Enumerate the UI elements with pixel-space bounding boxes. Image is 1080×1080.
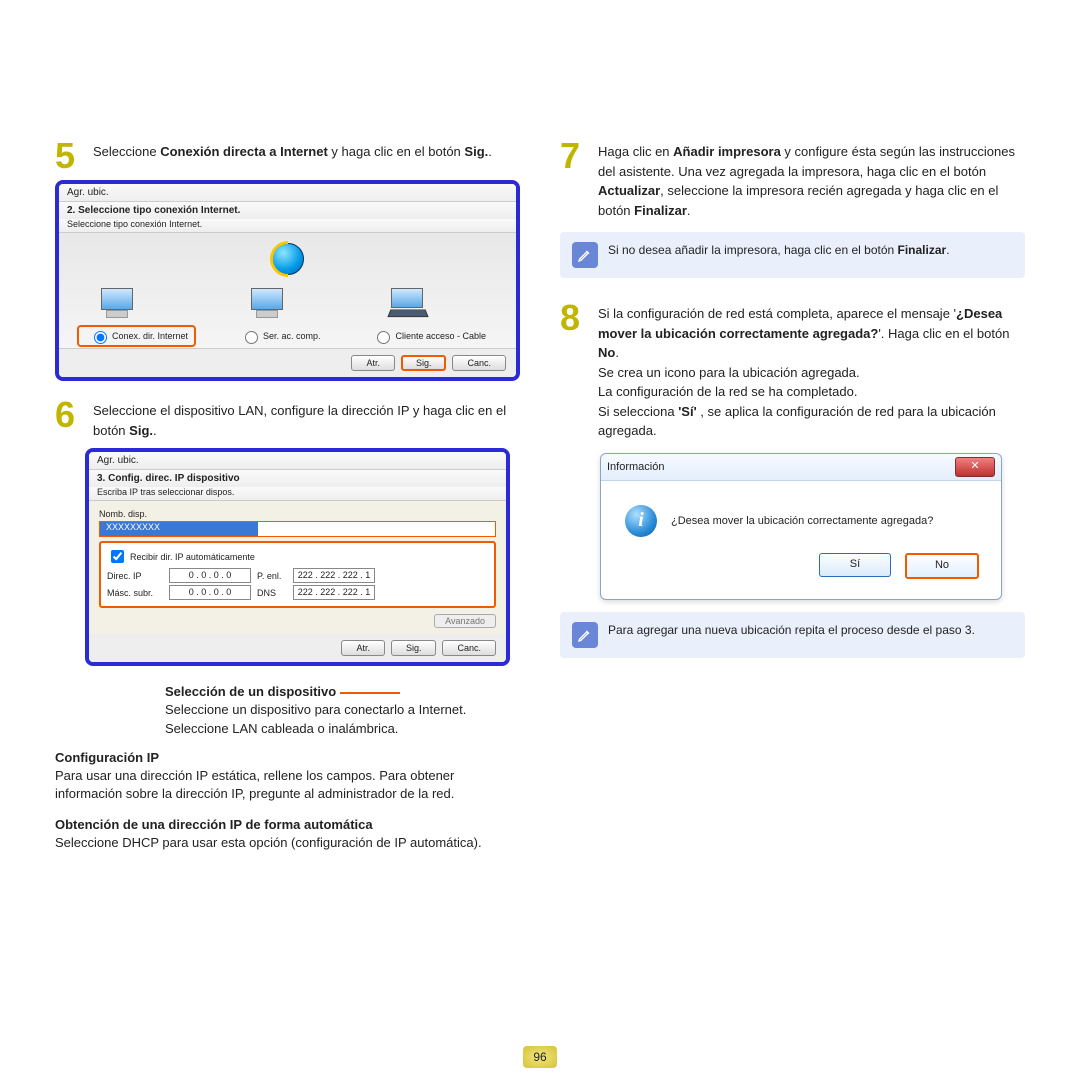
cancel-button[interactable]: Canc. [442, 640, 496, 656]
step-number: 6 [55, 399, 85, 431]
dialog-subtitle: 2. Seleccione tipo conexión Internet. [59, 202, 516, 219]
step-text: Si la configuración de red está completa… [598, 302, 1025, 441]
ip-label: Direc. IP [107, 571, 163, 581]
back-button[interactable]: Atr. [341, 640, 385, 656]
step-text: Seleccione el dispositivo LAN, configure… [93, 399, 520, 440]
back-button[interactable]: Atr. [351, 355, 395, 371]
step-text: Haga clic en Añadir impresora y configur… [598, 140, 1025, 220]
ip-config-text: Para usar una dirección IP estática, rel… [55, 767, 520, 803]
next-button[interactable]: Sig. [391, 640, 437, 656]
cancel-button[interactable]: Canc. [452, 355, 506, 371]
step-text: Seleccione Conexión directa a Internet y… [93, 140, 492, 162]
option-cable-client[interactable]: Cliente acceso - Cable [372, 328, 486, 344]
ip-field[interactable]: 0 . 0 . 0 . 0 [169, 568, 251, 583]
pencil-icon [572, 242, 598, 268]
radio-shared[interactable] [245, 331, 258, 344]
checkbox-auto-ip[interactable] [111, 550, 124, 563]
gateway-label: P. enl. [257, 571, 287, 581]
ip-config-frame: Recibir dir. IP automáticamente Direc. I… [99, 541, 496, 608]
device-name-label: Nomb. disp. [99, 509, 496, 519]
device-select-head: Selección de un dispositivo [165, 684, 520, 699]
dns-field[interactable]: 222 . 222 . 222 . 1 [293, 585, 375, 600]
step-number: 7 [560, 140, 590, 172]
step-8: 8 Si la configuración de red está comple… [560, 302, 1025, 441]
mask-label: Másc. subr. [107, 588, 163, 598]
dialog-subtitle: 3. Config. direc. IP dispositivo [89, 470, 506, 487]
step-number: 5 [55, 140, 85, 172]
yes-button[interactable]: Sí [819, 553, 891, 577]
auto-ip-checkbox[interactable]: Recibir dir. IP automáticamente [107, 547, 488, 566]
note-repeat-process: Para agregar una nueva ubicación repita … [560, 612, 1025, 658]
note-text: Si no desea añadir la impresora, haga cl… [608, 242, 950, 268]
step-6: 6 Seleccione el dispositivo LAN, configu… [55, 399, 520, 440]
internet-explorer-icon [272, 243, 304, 275]
desktop-icon [249, 288, 285, 318]
pencil-icon [572, 622, 598, 648]
close-button[interactable]: ✕ [955, 457, 995, 477]
note-text: Para agregar una nueva ubicación repita … [608, 622, 975, 648]
dialog-description: Escriba IP tras seleccionar dispos. [89, 487, 506, 501]
advanced-button[interactable]: Avanzado [434, 614, 496, 628]
desktop-icon [99, 288, 135, 318]
network-diagram: Conex. dir. Internet Ser. ac. comp. Clie… [59, 233, 516, 349]
info-icon: i [625, 505, 657, 537]
highlight-box [77, 325, 196, 347]
dialog-title: Agr. ubic. [89, 452, 506, 470]
device-select-text: Seleccione un dispositivo para conectarl… [165, 701, 520, 737]
info-dialog: Información ✕ i ¿Desea mover la ubicació… [600, 453, 1002, 600]
laptop-icon [389, 288, 425, 318]
page-number: 96 [523, 1046, 557, 1068]
mask-field[interactable]: 0 . 0 . 0 . 0 [169, 585, 251, 600]
step-5: 5 Seleccione Conexión directa a Internet… [55, 140, 520, 172]
no-button[interactable]: No [905, 553, 979, 579]
step-number: 8 [560, 302, 590, 334]
dialog-description: Seleccione tipo conexión Internet. [59, 219, 516, 233]
dialog-title: Agr. ubic. [59, 184, 516, 202]
next-button[interactable]: Sig. [401, 355, 447, 371]
ip-config-head: Configuración IP [55, 750, 520, 765]
info-title: Información [607, 461, 664, 473]
auto-ip-text: Seleccione DHCP para usar esta opción (c… [55, 834, 520, 852]
dialog-ip-config: Agr. ubic. 3. Config. direc. IP disposit… [85, 448, 510, 666]
dns-label: DNS [257, 588, 287, 598]
auto-ip-head: Obtención de una dirección IP de forma a… [55, 817, 520, 832]
dialog-connection-type: Agr. ubic. 2. Seleccione tipo conexión I… [55, 180, 520, 381]
device-select[interactable]: XXXXXXXXX [99, 521, 496, 537]
radio-cable[interactable] [377, 331, 390, 344]
gateway-field[interactable]: 222 . 222 . 222 . 1 [293, 568, 375, 583]
step-7: 7 Haga clic en Añadir impresora y config… [560, 140, 1025, 220]
info-message: ¿Desea mover la ubicación correctamente … [671, 515, 933, 527]
option-shared-access[interactable]: Ser. ac. comp. [240, 328, 321, 344]
note-add-printer: Si no desea añadir la impresora, haga cl… [560, 232, 1025, 278]
